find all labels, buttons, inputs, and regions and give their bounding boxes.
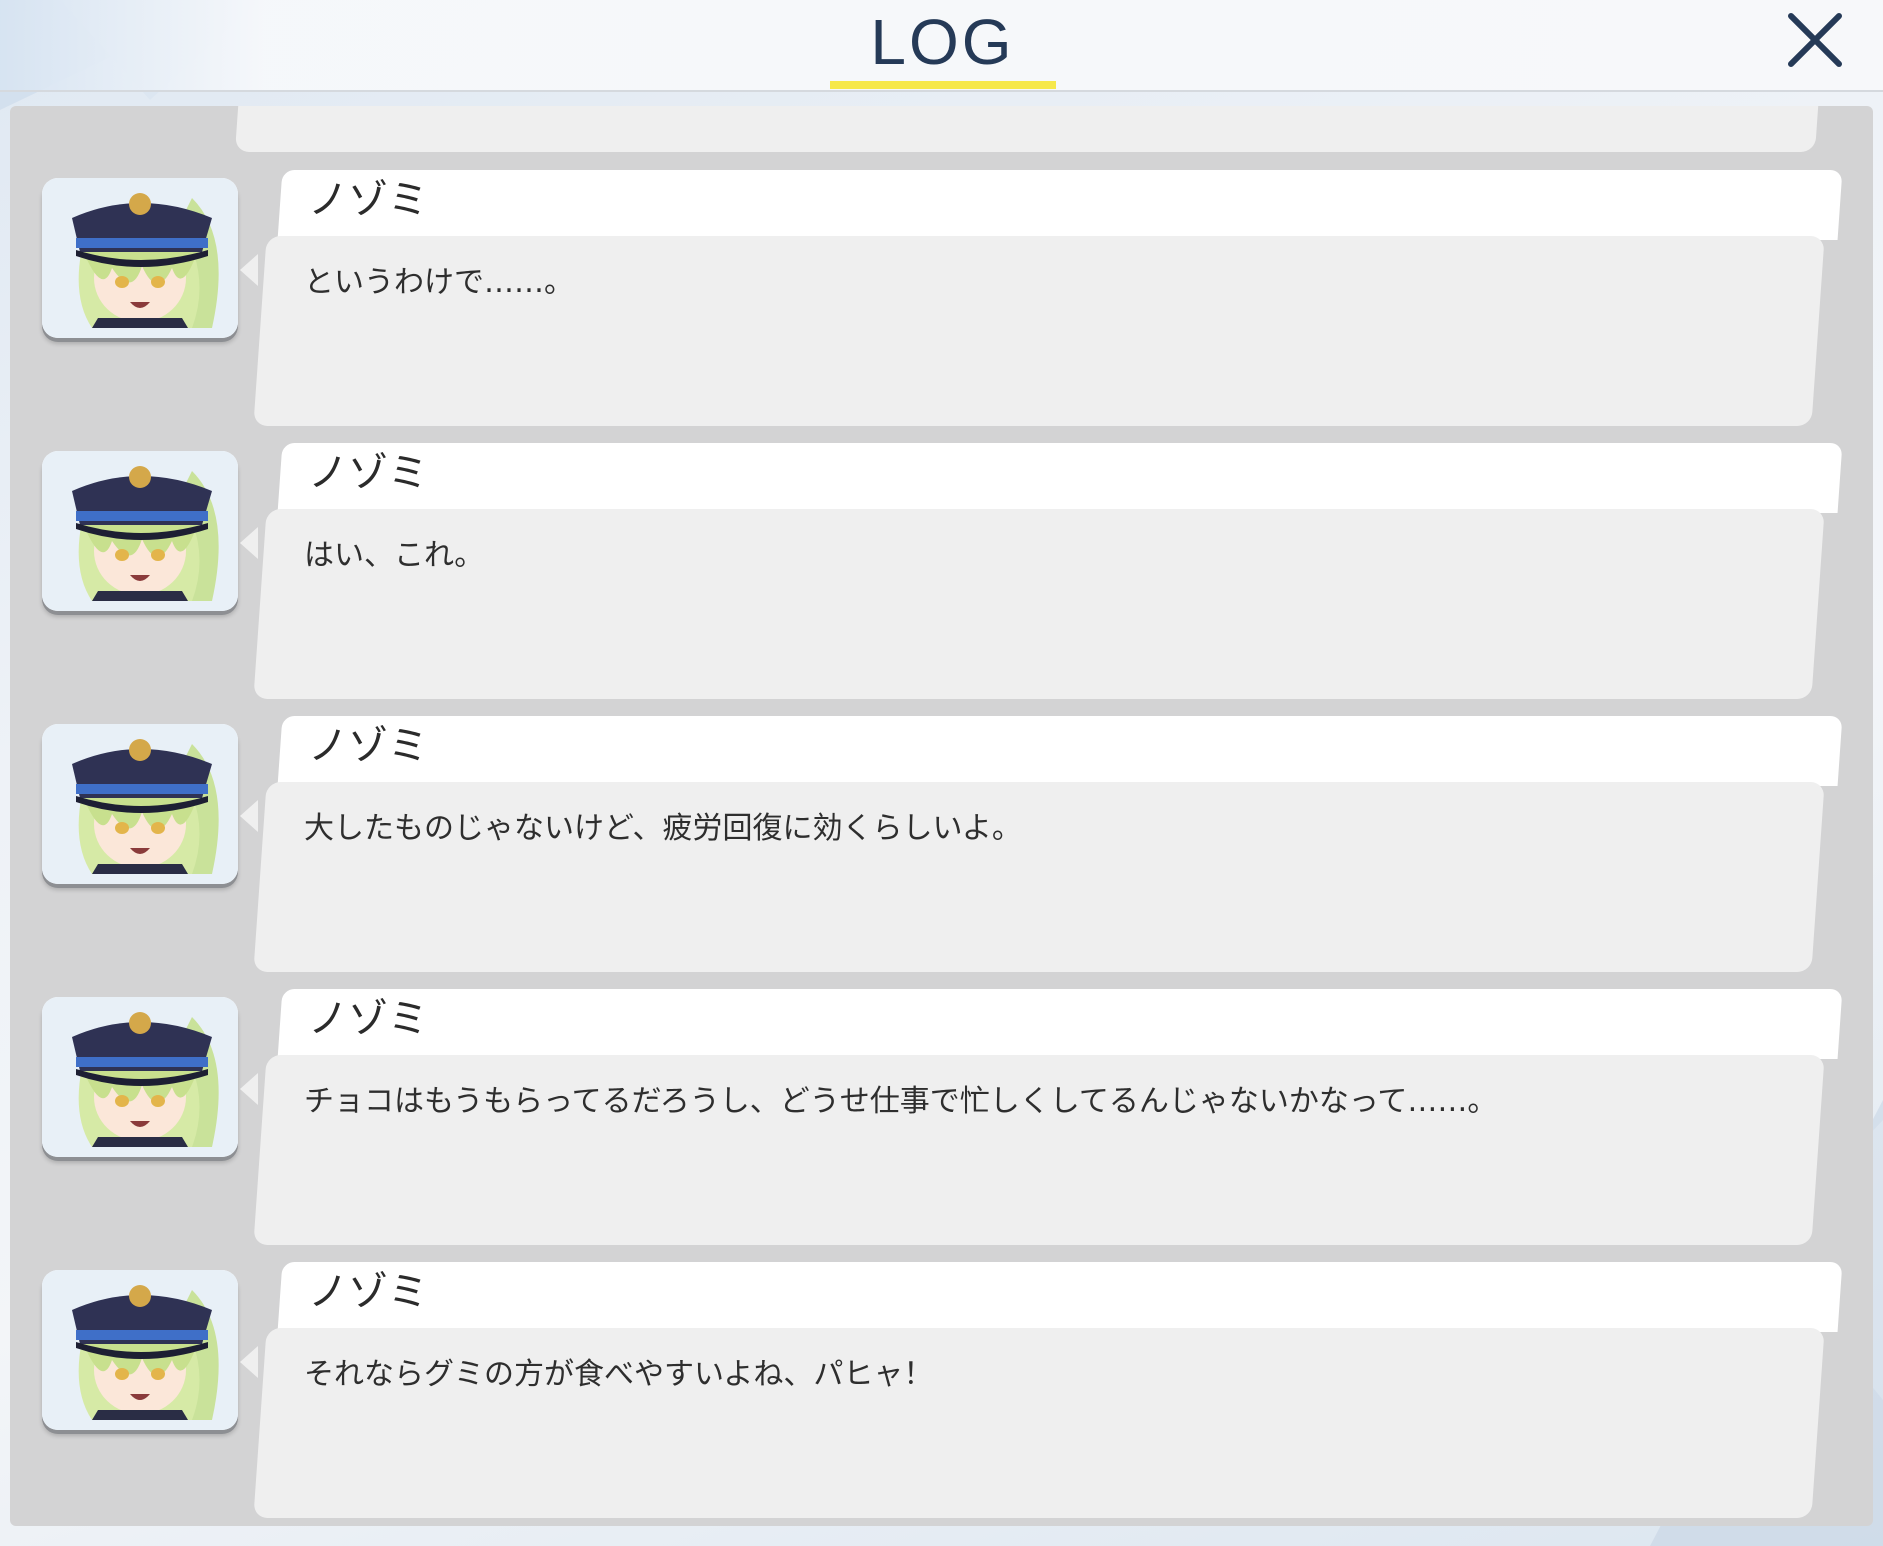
character-avatar	[42, 178, 238, 338]
speaker-name-box	[277, 716, 1843, 786]
message-text: それならグミの方が食べやすいよね、パヒャ！	[304, 1357, 934, 1392]
speaker-name-box	[277, 989, 1843, 1059]
partial-message-box	[234, 106, 1822, 152]
title-underline	[830, 81, 1056, 89]
speech-pointer	[240, 1346, 258, 1378]
speaker-name: ノゾミ	[308, 1269, 428, 1315]
speech-pointer	[240, 254, 258, 286]
message-text: というわけで……。	[304, 265, 574, 300]
log-entry: ノゾミ はい、これ。	[10, 443, 1873, 703]
character-avatar	[42, 1270, 238, 1430]
character-avatar	[42, 997, 238, 1157]
speaker-name-box	[277, 1262, 1843, 1332]
speaker-name: ノゾミ	[308, 723, 428, 769]
message-box	[253, 509, 1825, 699]
speech-pointer	[240, 1073, 258, 1105]
speaker-name: ノゾミ	[308, 450, 428, 496]
message-text: 大したものじゃないけど、疲労回復に効くらしいよ。	[304, 811, 1022, 846]
character-portrait-icon	[42, 451, 238, 611]
character-portrait-icon	[42, 178, 238, 338]
log-entry: ノゾミ 大したものじゃないけど、疲労回復に効くらしいよ。	[10, 716, 1873, 976]
page-title: LOG	[870, 6, 1015, 78]
log-list[interactable]: ノゾミ というわけで……。 ノゾミ はい、これ。 ノゾミ 大したものじゃないけど…	[10, 106, 1873, 1526]
speaker-name-box	[277, 170, 1843, 240]
close-icon	[1788, 13, 1842, 67]
speech-pointer	[240, 800, 258, 832]
message-text: はい、これ。	[304, 538, 485, 573]
character-portrait-icon	[42, 1270, 238, 1430]
character-avatar	[42, 451, 238, 611]
character-portrait-icon	[42, 997, 238, 1157]
character-portrait-icon	[42, 724, 238, 884]
character-avatar	[42, 724, 238, 884]
close-button[interactable]	[1779, 6, 1849, 76]
log-entry: ノゾミ というわけで……。	[10, 170, 1873, 430]
message-text: チョコはもうもらってるだろうし、どうせ仕事で忙しくしてるんじゃないかなって……。	[304, 1084, 1498, 1119]
speaker-name: ノゾミ	[308, 996, 428, 1042]
log-entry: ノゾミ それならグミの方が食べやすいよね、パヒャ！	[10, 1262, 1873, 1522]
speech-pointer	[240, 527, 258, 559]
speaker-name-box	[277, 443, 1843, 513]
log-entry: ノゾミ チョコはもうもらってるだろうし、どうせ仕事で忙しくしてるんじゃないかなっ…	[10, 989, 1873, 1249]
speaker-name: ノゾミ	[308, 177, 428, 223]
log-header: LOG	[0, 0, 1883, 92]
